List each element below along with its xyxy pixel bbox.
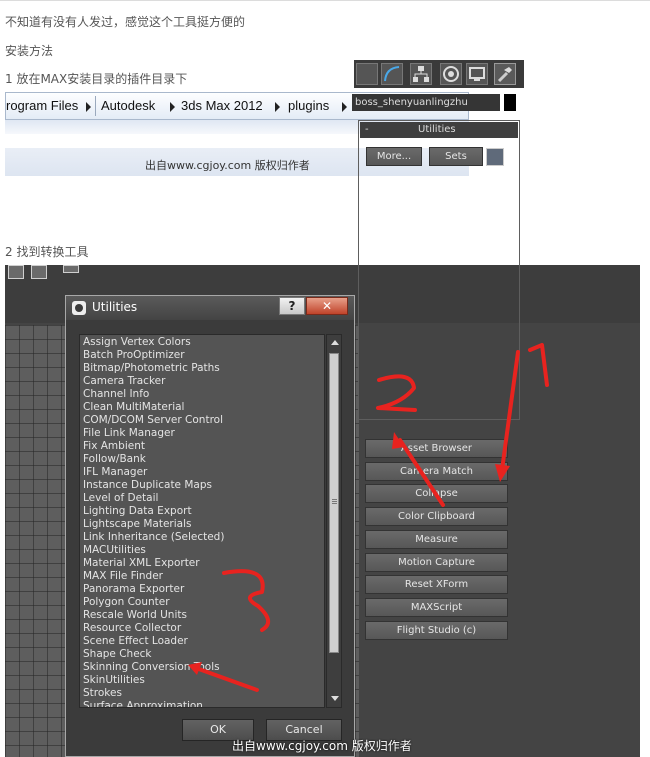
utility-motion-capture-button[interactable]: Motion Capture <box>365 553 508 572</box>
list-item[interactable]: Camera Tracker <box>83 375 323 388</box>
list-item[interactable]: Surface Approximation <box>83 700 323 707</box>
list-item[interactable]: Skinning Conversion Tools <box>83 661 323 674</box>
monitor-icon <box>469 67 485 81</box>
utilities-list: Assign Vertex Colors Batch ProOptimizer Bi… <box>83 336 323 707</box>
tab-utilities-icon[interactable] <box>494 63 516 85</box>
list-item[interactable]: Lightscape Materials <box>83 518 323 531</box>
utility-asset-browser-button[interactable]: Asset Browser <box>365 439 508 458</box>
breadcrumb-3dsmax[interactable]: 3ds Max 2012 <box>181 98 263 113</box>
rollout-title: Utilities <box>418 124 456 135</box>
utility-color-clipboard-button[interactable]: Color Clipboard <box>365 507 508 526</box>
chevron-right-icon[interactable] <box>275 102 280 112</box>
tab-motion-icon[interactable] <box>440 63 462 85</box>
utility-flight-studio-button[interactable]: Flight Studio (c) <box>365 621 508 640</box>
list-item[interactable]: Link Inheritance (Selected) <box>83 531 323 544</box>
utility-camera-match-button[interactable]: Camera Match <box>365 462 508 481</box>
list-item[interactable]: IFL Manager <box>83 466 323 479</box>
intro-text: 不知道有没有人发过，感觉这个工具挺方便的 <box>5 15 246 29</box>
list-item[interactable]: Polygon Counter <box>83 596 323 609</box>
tab-display-icon[interactable] <box>356 63 378 85</box>
list-item[interactable]: Panorama Exporter <box>83 583 323 596</box>
list-item[interactable]: Follow/Bank <box>83 453 323 466</box>
hierarchy-icon <box>413 66 429 82</box>
curve-icon <box>384 66 400 82</box>
max-logo-icon <box>72 301 86 315</box>
tab-hierarchy-icon[interactable] <box>410 63 432 85</box>
install-heading: 安装方法 <box>5 44 54 58</box>
step2-text: 2 找到转换工具 <box>5 245 89 259</box>
top-divider <box>0 0 650 1</box>
utilities-dialog: Utilities ? ✕ Assign Vertex Colors Batch … <box>65 295 355 757</box>
chevron-right-icon[interactable] <box>170 102 175 112</box>
sets-button[interactable]: Sets <box>429 147 483 166</box>
grip-icon <box>332 499 337 500</box>
breadcrumb-autodesk[interactable]: Autodesk <box>101 98 155 113</box>
rollout-header[interactable]: - Utilities <box>360 122 518 138</box>
footer-watermark: 出自www.cgjoy.com 版权归作者 <box>232 739 412 753</box>
step1-text: 1 放在MAX安装目录的插件目录下 <box>5 72 188 86</box>
list-item[interactable]: Bitmap/Photometric Paths <box>83 362 323 375</box>
list-item[interactable]: Fix Ambient <box>83 440 323 453</box>
list-item[interactable]: Instance Duplicate Maps <box>83 479 323 492</box>
object-name-field[interactable]: boss_shenyuanlingzhu <box>352 94 500 111</box>
rollout-toggle[interactable]: - <box>365 122 369 138</box>
list-item[interactable]: Shape Check <box>83 648 323 661</box>
toolbar-icon[interactable] <box>31 265 47 279</box>
tab-shapes-icon[interactable] <box>381 63 403 85</box>
utilities-listbox[interactable]: Assign Vertex Colors Batch ProOptimizer Bi… <box>79 334 325 708</box>
tab-display-panel-icon[interactable] <box>466 63 488 85</box>
list-item[interactable]: MACUtilities <box>83 544 323 557</box>
list-item[interactable]: Level of Detail <box>83 492 323 505</box>
close-button[interactable]: ✕ <box>306 297 348 315</box>
list-item[interactable]: Assign Vertex Colors <box>83 336 323 349</box>
utility-maxscript-button[interactable]: MAXScript <box>365 598 508 617</box>
dialog-title: Utilities <box>92 300 138 314</box>
list-item[interactable]: Scene Effect Loader <box>83 635 323 648</box>
list-item[interactable]: Rescale World Units <box>83 609 323 622</box>
list-item[interactable]: COM/DCOM Server Control <box>83 414 323 427</box>
object-color-swatch[interactable] <box>504 94 516 111</box>
toolbar-icon[interactable] <box>8 265 24 279</box>
chevron-right-icon[interactable] <box>86 102 91 112</box>
hammer-icon <box>497 67 512 83</box>
breadcrumb-plugins[interactable]: plugins <box>288 98 329 113</box>
list-item[interactable]: Material XML Exporter <box>83 557 323 570</box>
breadcrumb-program-files[interactable]: rogram Files <box>6 98 78 113</box>
list-item[interactable]: Strokes <box>83 687 323 700</box>
list-item[interactable]: SkinUtilities <box>83 674 323 687</box>
list-item[interactable]: Lighting Data Export <box>83 505 323 518</box>
help-button[interactable]: ? <box>279 297 305 315</box>
scroll-up-icon[interactable] <box>331 340 339 345</box>
list-item[interactable]: Resource Collector <box>83 622 323 635</box>
more-button[interactable]: More... <box>366 147 422 166</box>
breadcrumb-divider <box>95 96 96 116</box>
list-item[interactable]: Batch ProOptimizer <box>83 349 323 362</box>
list-item[interactable]: File Link Manager <box>83 427 323 440</box>
list-scrollbar[interactable] <box>326 334 342 708</box>
list-item[interactable]: Clean MultiMaterial <box>83 401 323 414</box>
scroll-down-icon[interactable] <box>331 696 339 701</box>
watermark-text: 出自www.cgjoy.com 版权归作者 <box>145 159 310 172</box>
scroll-thumb[interactable] <box>329 353 339 653</box>
utility-reset-xform-button[interactable]: Reset XForm <box>365 575 508 594</box>
list-item[interactable]: Channel Info <box>83 388 323 401</box>
utility-measure-button[interactable]: Measure <box>365 530 508 549</box>
configure-sets-icon[interactable] <box>486 148 504 166</box>
chevron-right-icon[interactable] <box>342 102 347 112</box>
toolbar-icon[interactable] <box>63 265 79 273</box>
motion-icon <box>443 66 459 82</box>
list-item[interactable]: MAX File Finder <box>83 570 323 583</box>
utility-collapse-button[interactable]: Collapse <box>365 484 508 503</box>
